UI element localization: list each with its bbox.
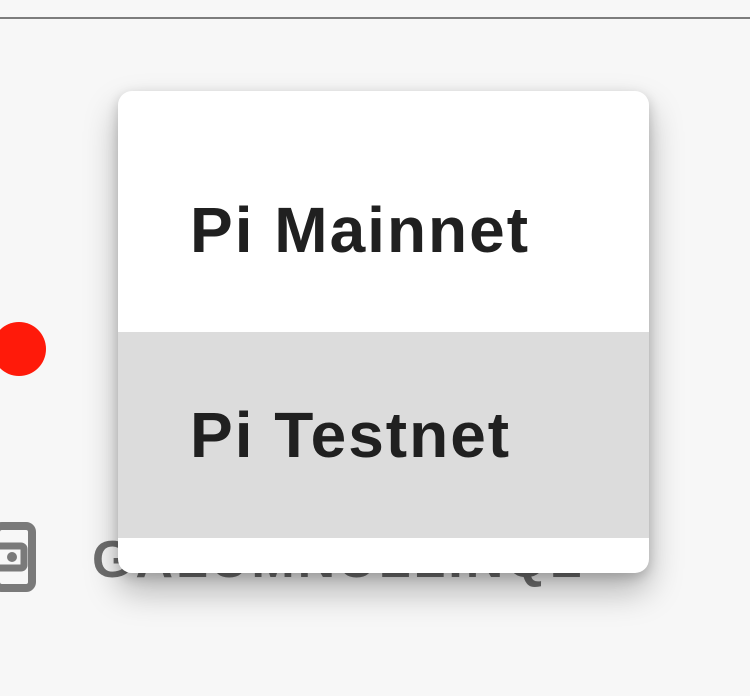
menu-item-pi-testnet[interactable]: Pi Testnet: [118, 332, 649, 538]
status-indicator-dot: [0, 322, 46, 376]
network-dropdown-menu: Pi Mainnet Pi Testnet: [118, 91, 649, 573]
menu-item-pi-mainnet[interactable]: Pi Mainnet: [118, 127, 649, 333]
menu-item-label: Pi Mainnet: [190, 194, 531, 266]
top-divider: [0, 17, 750, 19]
menu-item-label: Pi Testnet: [190, 399, 512, 471]
wallet-icon: [0, 520, 38, 594]
